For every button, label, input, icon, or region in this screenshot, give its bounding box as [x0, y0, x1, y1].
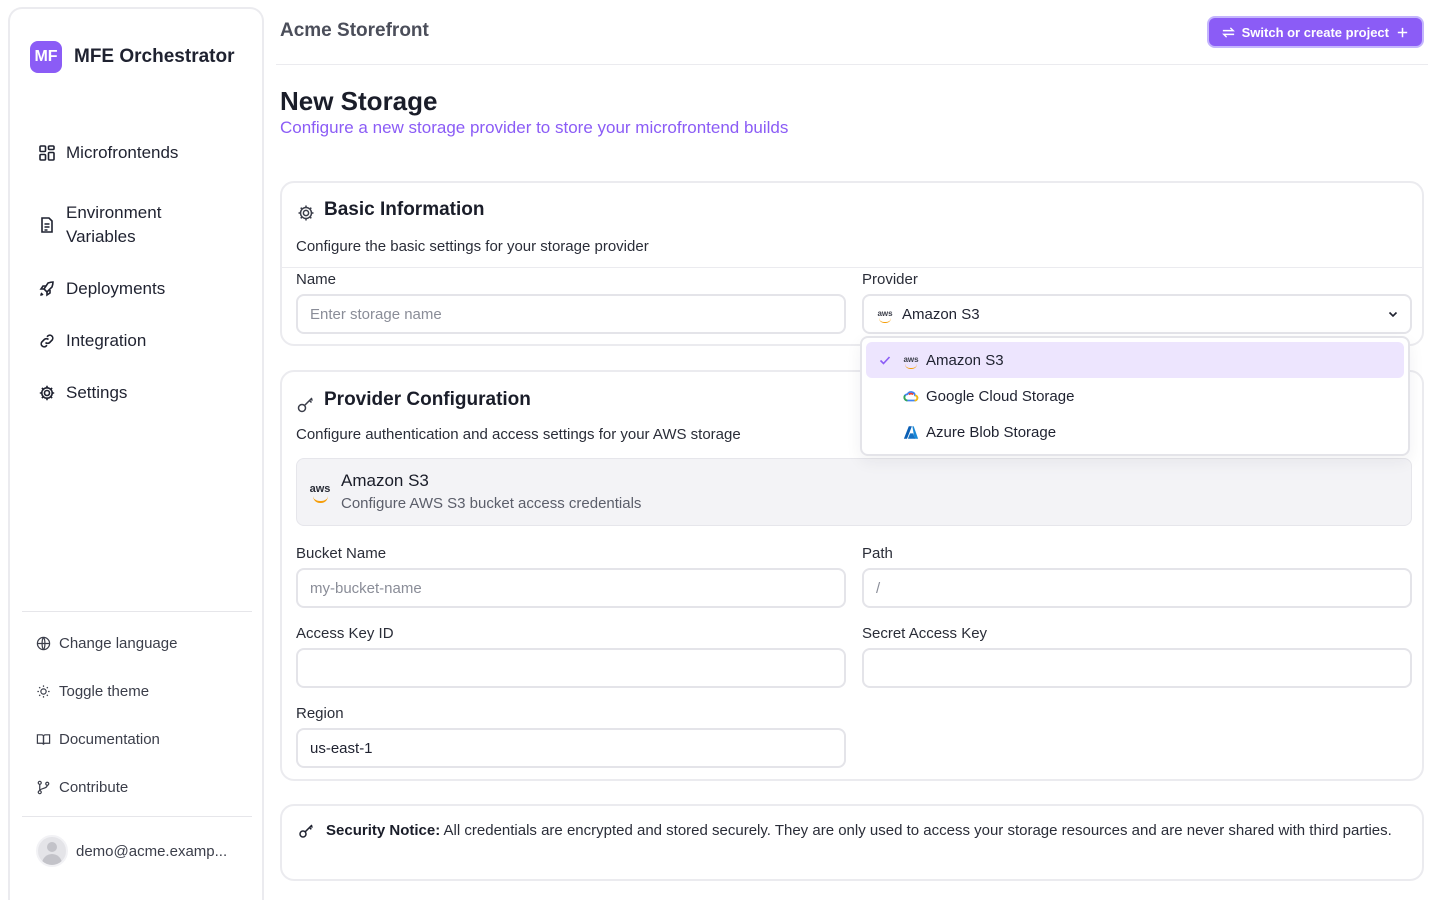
provider-configuration-title: Provider Configuration [296, 386, 531, 414]
sidebar-item-deployments[interactable]: Deployments [38, 277, 165, 301]
aws-logo-icon: aws [309, 483, 331, 503]
sidebar-item-settings[interactable]: Settings [38, 381, 127, 405]
sidebar-item-label: Deployments [66, 279, 166, 298]
user-email: demo@acme.examp... [76, 842, 228, 860]
footer-item-label: Documentation [59, 730, 160, 748]
google-cloud-icon [902, 388, 920, 404]
provider-option-google-cloud-storage[interactable]: Google Cloud Storage [866, 378, 1404, 414]
provider-select[interactable]: aws Amazon S3 [862, 294, 1412, 334]
avatar [36, 835, 68, 867]
provider-configuration-description: Configure authentication and access sett… [296, 426, 741, 443]
option-label: Azure Blob Storage [926, 423, 1057, 441]
sidebar-divider [22, 816, 252, 817]
documentation-link[interactable]: Documentation [36, 727, 160, 751]
file-text-icon [41, 217, 53, 233]
region-label: Region [296, 705, 344, 722]
plus-icon [1397, 27, 1408, 37]
sidebar: MF MFE Orchestrator Microfrontends Envir… [8, 7, 264, 900]
provider-option-azure-blob-storage[interactable]: Azure Blob Storage [866, 414, 1404, 450]
card-title-text: Provider Configuration [324, 389, 531, 410]
grid-icon [39, 145, 55, 161]
card-divider [282, 267, 1422, 268]
gear-icon [298, 205, 314, 221]
sidebar-item-integration[interactable]: Integration [38, 329, 146, 353]
provider-option-amazon-s3[interactable]: aws Amazon S3 [866, 342, 1404, 378]
sidebar-item-label: Integration [66, 331, 147, 350]
brand[interactable]: MF MFE Orchestrator [30, 41, 234, 73]
rocket-icon [39, 281, 54, 297]
sidebar-item-label: Settings [66, 383, 128, 402]
footer-item-label: Toggle theme [59, 682, 150, 700]
provider-summary-description: Configure AWS S3 bucket access credentia… [341, 495, 642, 512]
security-notice-text: Security Notice: All credentials are enc… [326, 821, 1396, 841]
azure-icon [902, 424, 920, 440]
security-notice-title: Security Notice: [326, 822, 441, 839]
top-header: Acme Storefront Switch or create project [276, 0, 1428, 65]
check-icon [879, 356, 891, 365]
bucket-name-label: Bucket Name [296, 545, 387, 562]
path-label: Path [862, 545, 893, 562]
bucket-name-input[interactable] [296, 568, 846, 608]
secret-access-key-label: Secret Access Key [862, 625, 988, 642]
footer-item-label: Contribute [59, 778, 129, 796]
key-icon [299, 824, 314, 838]
globe-icon [36, 636, 51, 650]
provider-select-value: Amazon S3 [902, 305, 980, 323]
option-label: Amazon S3 [926, 351, 1004, 369]
gear-icon [39, 385, 55, 401]
access-key-id-label: Access Key ID [296, 625, 394, 642]
basic-information-title: Basic Information [296, 197, 484, 223]
sidebar-item-label: Environment Variables [66, 203, 162, 246]
brand-name: MFE Orchestrator [74, 46, 235, 67]
option-label: Google Cloud Storage [926, 387, 1075, 405]
region-input[interactable] [296, 728, 846, 768]
card-title-text: Basic Information [324, 199, 485, 220]
page-subtitle: Configure a new storage provider to stor… [280, 118, 789, 137]
brand-logo: MF [30, 41, 62, 73]
sidebar-item-environment-variables[interactable]: Environment Variables [38, 201, 188, 249]
switch-project-button[interactable]: Switch or create project [1208, 18, 1422, 46]
sidebar-divider [22, 611, 252, 612]
name-label: Name [296, 271, 337, 288]
link-icon [40, 334, 54, 348]
aws-icon: aws [877, 309, 893, 323]
security-notice-body: All credentials are encrypted and stored… [443, 822, 1392, 839]
provider-dropdown-menu: aws Amazon S3 Google Cloud Storage Azure… [860, 336, 1410, 456]
page-title: New Storage [280, 86, 438, 116]
contribute-link[interactable]: Contribute [36, 775, 128, 799]
access-key-id-input[interactable] [296, 648, 846, 688]
project-name: Acme Storefront [280, 20, 429, 41]
footer-item-label: Change language [59, 634, 178, 652]
book-icon [36, 733, 51, 745]
provider-label: Provider [862, 271, 918, 288]
sun-icon [37, 684, 50, 698]
change-language-button[interactable]: Change language [36, 631, 177, 655]
switch-icon [1221, 26, 1235, 38]
chevron-down-icon [1388, 311, 1398, 318]
sidebar-item-label: Microfrontends [66, 143, 179, 162]
basic-information-card: Basic Information Configure the basic se… [280, 181, 1424, 346]
git-branch-icon [37, 780, 50, 794]
aws-icon: aws [903, 355, 919, 369]
user-menu[interactable]: demo@acme.examp... [36, 835, 227, 867]
sidebar-item-microfrontends[interactable]: Microfrontends [38, 141, 178, 165]
toggle-theme-button[interactable]: Toggle theme [36, 679, 149, 703]
key-icon [297, 397, 314, 413]
secret-access-key-input[interactable] [862, 648, 1412, 688]
selected-provider-summary: aws Amazon S3 Configure AWS S3 bucket ac… [296, 458, 1412, 526]
switch-project-label: Switch or create project [1241, 24, 1389, 40]
provider-summary-title: Amazon S3 [341, 471, 429, 490]
basic-information-description: Configure the basic settings for your st… [296, 238, 649, 255]
security-notice: Security Notice: All credentials are enc… [280, 804, 1424, 881]
path-input[interactable] [862, 568, 1412, 608]
storage-name-input[interactable] [296, 294, 846, 334]
